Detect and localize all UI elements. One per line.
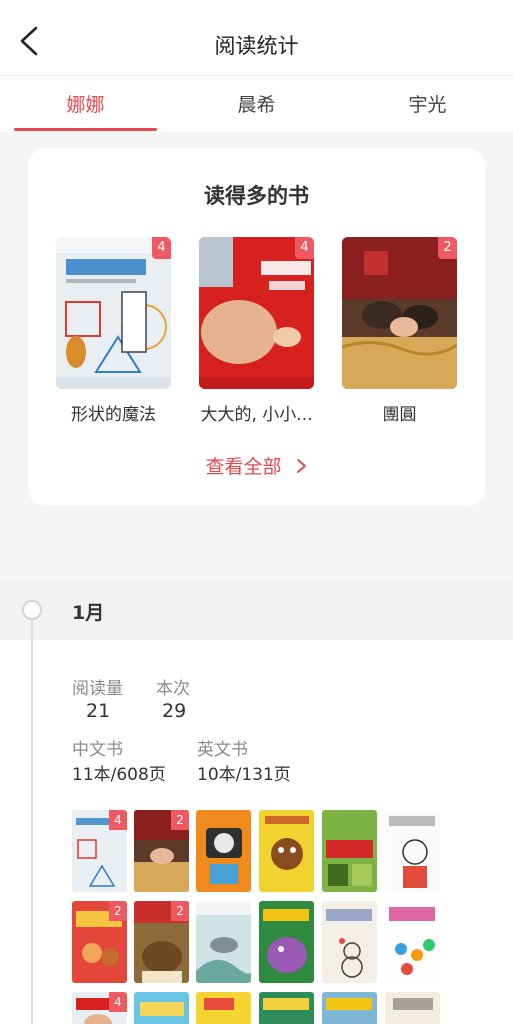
read-count-badge: 2 [438,237,457,259]
book-thumbnail[interactable] [259,901,314,983]
tab-nana[interactable]: 娜娜 [14,90,157,117]
see-all-label: 查看全部 [205,456,282,478]
book-thumbnail[interactable] [385,901,440,983]
book-title: 團圓 [382,405,417,425]
book-item[interactable]: 4 大大的, 小小... [199,237,314,425]
book-cover[interactable]: 4 [56,237,171,389]
see-all-link[interactable]: 查看全部 [28,452,485,479]
book-thumbnail[interactable] [196,992,251,1024]
reads-label: 阅读量 [72,679,123,699]
book-thumbnail[interactable] [259,992,314,1024]
read-count-badge: 4 [295,237,314,259]
english-books-value: 10本/131页 [197,765,291,785]
chevron-right-icon [296,459,306,473]
child-tabs: 娜娜 晨希 宇光 [0,76,513,132]
read-count-badge: 4 [109,810,127,830]
book-thumbnail[interactable] [134,992,189,1024]
chinese-books-value: 11本/608页 [72,765,166,785]
book-title: 大大的, 小小... [200,405,313,425]
book-thumbnail[interactable] [322,901,377,983]
chinese-books-label: 中文书 [72,740,123,760]
card-title: 读得多的书 [204,184,309,208]
timeline-dot [22,600,42,620]
book-thumbnail[interactable] [196,901,251,983]
book-thumbnail[interactable] [385,810,440,892]
book-thumbnail[interactable] [322,992,377,1024]
sessions-label: 本次 [156,679,190,699]
book-item[interactable]: 4 形状的魔法 [56,237,171,425]
read-count-badge: 4 [109,992,127,1012]
page-title: 阅读统计 [214,34,299,58]
reads-value: 21 [86,700,111,722]
read-count-badge: 2 [171,810,189,830]
book-thumbnail[interactable]: 2 [134,810,189,892]
most-read-card: 读得多的书 4 形状的魔法 4 大大的, 小小... 2 團圓 查看全部 [28,148,485,506]
read-count-badge: 2 [109,901,127,921]
book-thumbnail[interactable] [385,992,440,1024]
book-thumbnail[interactable] [322,810,377,892]
book-cover[interactable]: 2 [342,237,457,389]
month-header: 1月 [0,578,513,640]
tab-chenxi[interactable]: 晨希 [185,90,328,117]
active-tab-indicator [14,128,157,131]
book-item[interactable]: 2 團圓 [342,237,457,425]
read-count-badge: 2 [171,901,189,921]
book-thumbnail[interactable]: 2 [134,901,189,983]
timeline-line [31,618,33,1024]
book-title: 形状的魔法 [71,405,156,425]
book-thumbnail[interactable]: 4 [72,810,127,892]
book-thumbnail[interactable]: 2 [72,901,127,983]
tab-yuguang[interactable]: 宇光 [356,90,499,117]
book-thumbnail[interactable] [196,810,251,892]
book-thumbnail[interactable]: 4 [72,992,127,1024]
month-content: 阅读量 21 本次 29 中文书 11本/608页 英文书 10本/131页 4… [0,640,513,1024]
app-header: 阅读统计 [0,0,513,76]
book-thumbnail[interactable] [259,810,314,892]
book-cover[interactable]: 4 [199,237,314,389]
english-books-label: 英文书 [197,740,248,760]
sessions-value: 29 [162,700,187,722]
read-count-badge: 4 [152,237,171,259]
month-label: 1月 [72,602,105,624]
